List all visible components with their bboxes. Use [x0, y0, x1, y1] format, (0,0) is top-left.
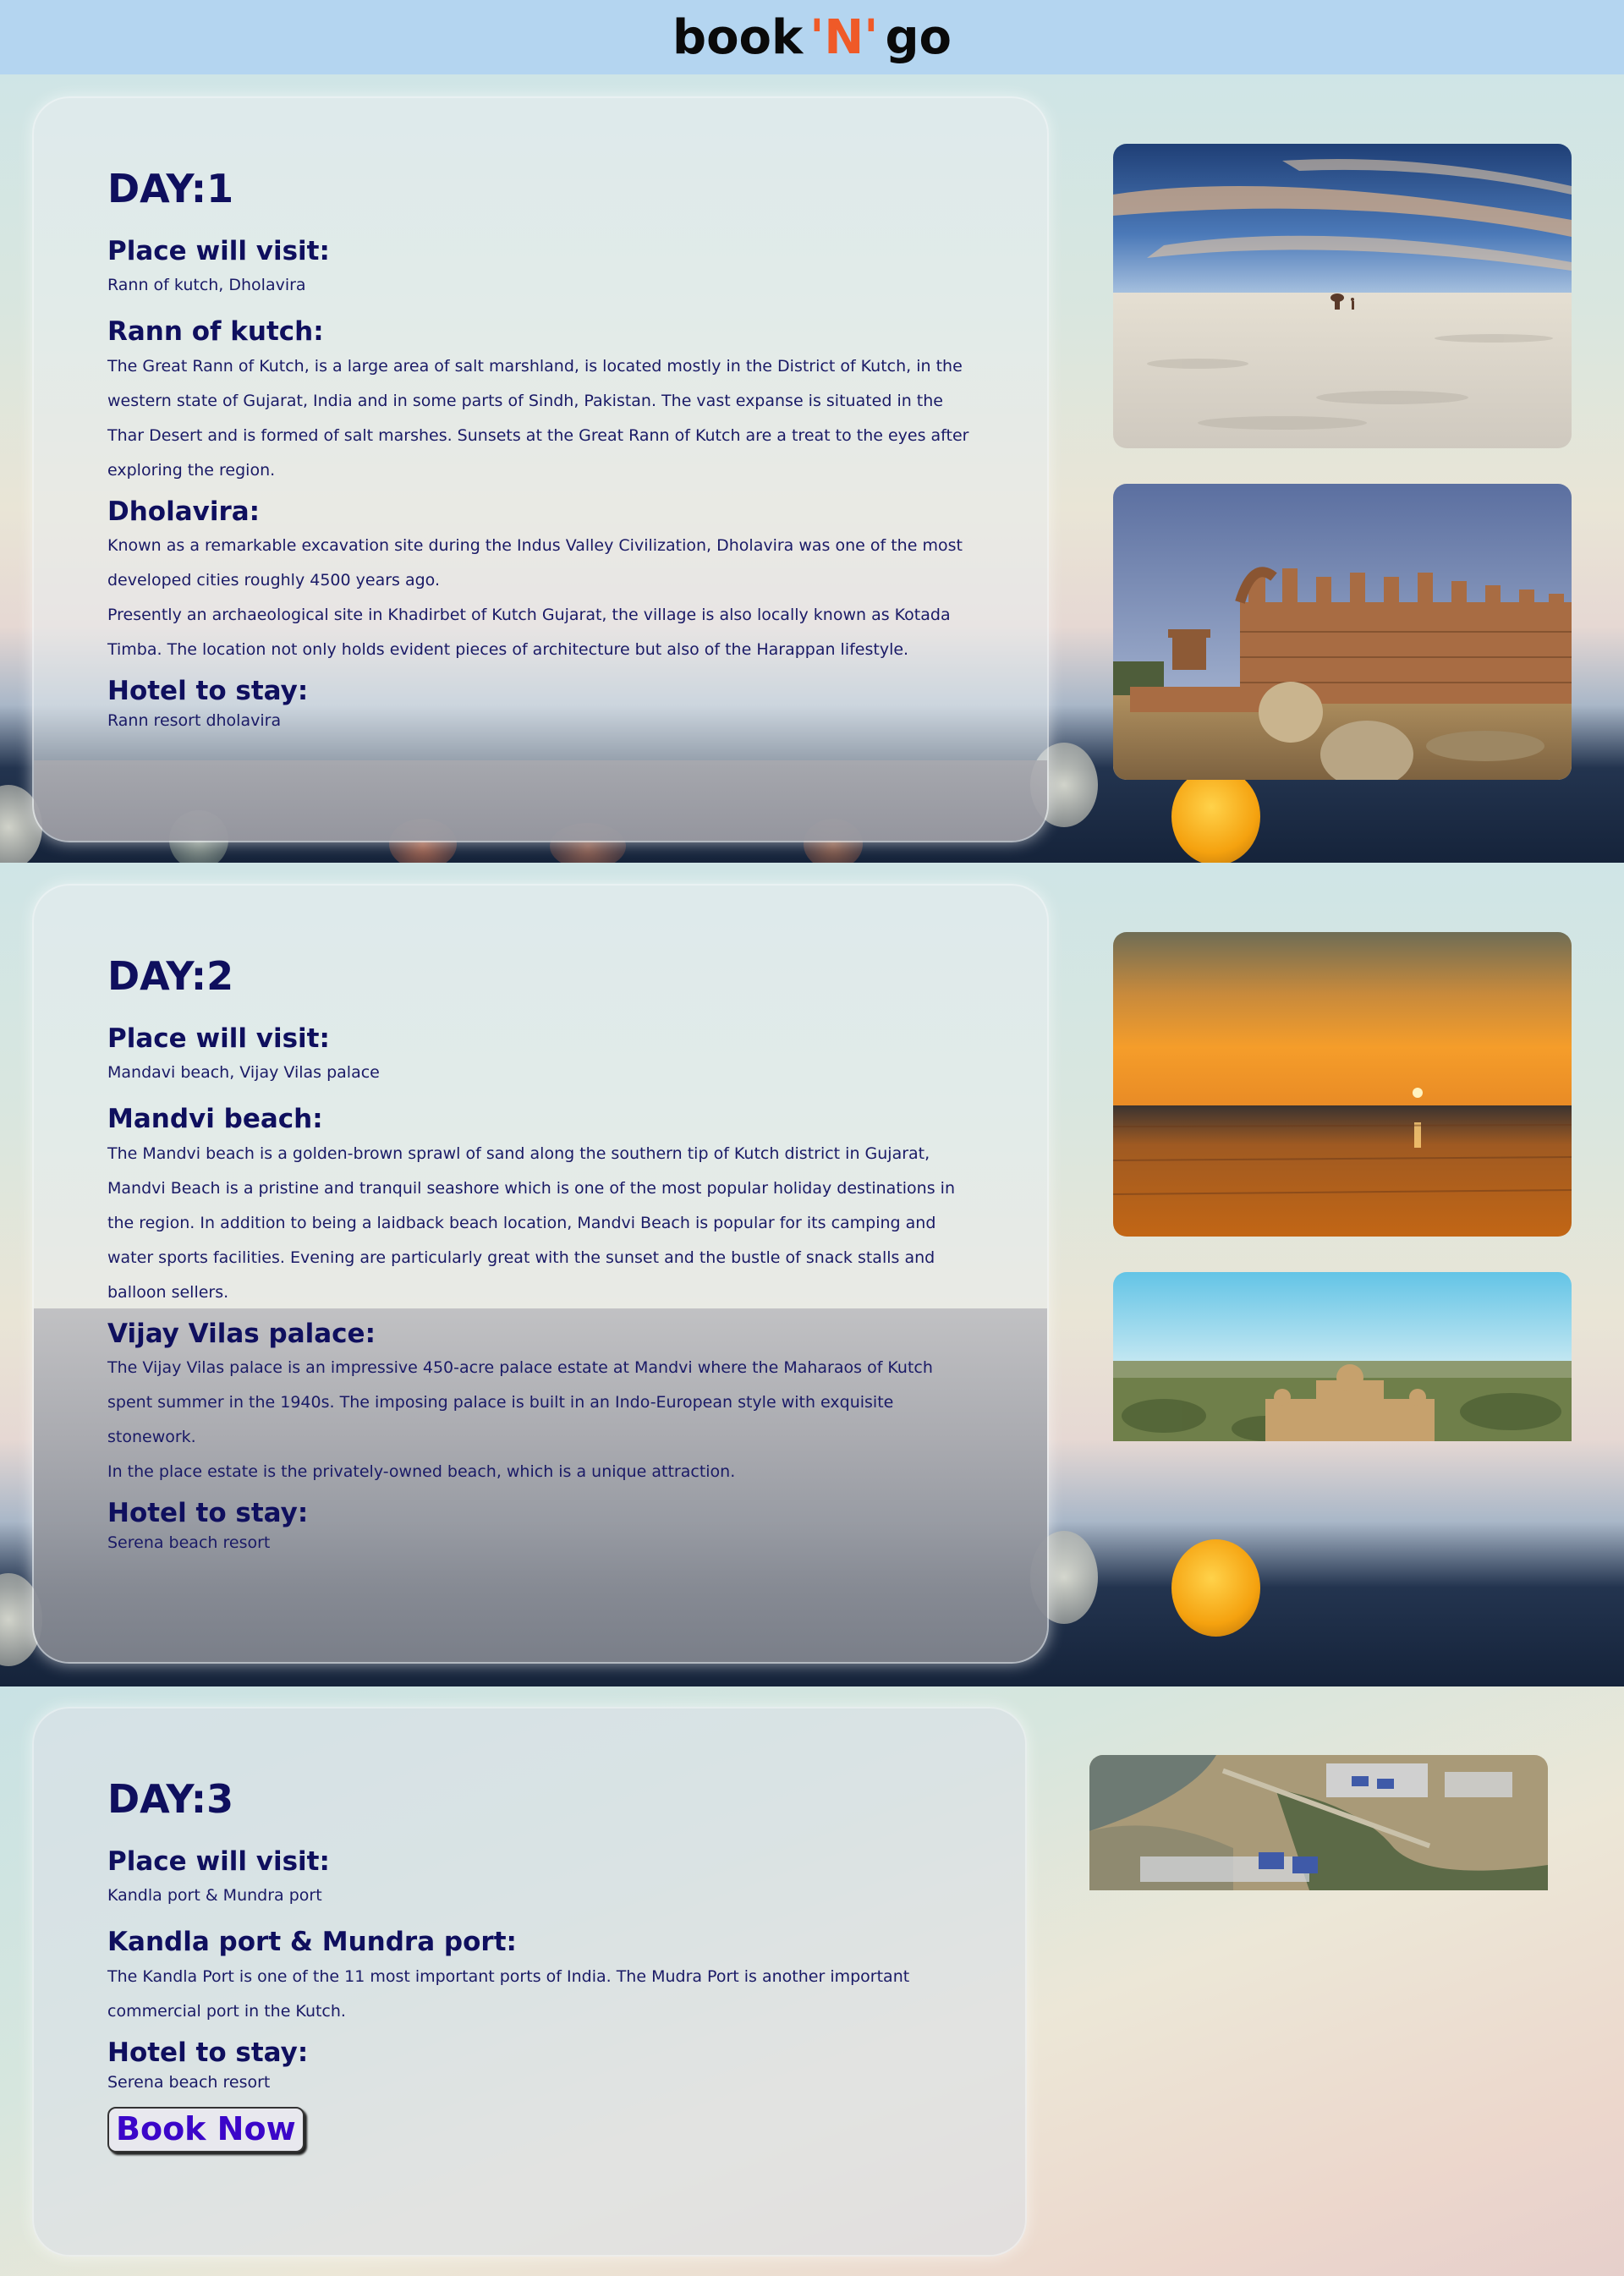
day-2-band: DAY:2 Place will visit: Mandavi beach, V… — [0, 863, 1624, 1686]
hotel-name: Serena beach resort — [107, 1533, 271, 1553]
visit-places: Mandavi beach, Vijay Vilas palace — [107, 1063, 380, 1083]
section-paragraph: In the place estate is the privately-own… — [107, 1462, 736, 1482]
site-header: book 'N' go — [0, 0, 1624, 74]
hotel-heading: Hotel to stay: — [107, 1498, 309, 1529]
section-paragraph: Known as a remarkable excavation site du… — [107, 536, 963, 590]
day-1-band: DAY:1 Place will visit: Rann of kutch, D… — [0, 74, 1624, 863]
section-paragraph: The Kandla Port is one of the 11 most im… — [107, 1966, 910, 2021]
day-3-card: DAY:3 Place will visit: Kandla port & Mu… — [32, 1707, 1027, 2257]
bokeh-light — [1171, 768, 1260, 863]
vijay-vilas-palace-photo — [1113, 1272, 1572, 1441]
book-now-button[interactable]: Book Now — [107, 2107, 304, 2153]
day-1-card: DAY:1 Place will visit: Rann of kutch, D… — [32, 96, 1049, 842]
section-heading: Vijay Vilas palace: — [107, 1318, 376, 1349]
visit-heading: Place will visit: — [107, 236, 330, 267]
mandvi-sunset-photo — [1113, 932, 1572, 1237]
section-heading: Kandla port & Mundra port: — [107, 1927, 517, 1958]
port-aerial-photo — [1089, 1755, 1548, 1890]
bokeh-light — [1171, 1539, 1260, 1637]
hotel-name: Rann resort dholavira — [107, 711, 282, 731]
dholavira-ruins-photo — [1113, 484, 1572, 780]
day-title: DAY:1 — [107, 166, 234, 211]
visit-places: Kandla port & Mundra port — [107, 1886, 322, 1906]
day-title: DAY:2 — [107, 953, 234, 999]
brand-part2: 'N' — [809, 9, 879, 65]
day-3-band: DAY:3 Place will visit: Kandla port & Mu… — [0, 1686, 1624, 2276]
section-paragraph: The Mandvi beach is a golden-brown spraw… — [107, 1143, 955, 1302]
hotel-heading: Hotel to stay: — [107, 676, 309, 707]
section-paragraph: Presently an archaeological site in Khad… — [107, 606, 951, 660]
hotel-heading: Hotel to stay: — [107, 2037, 309, 2068]
section-paragraph: The Great Rann of Kutch, is a large area… — [107, 356, 969, 480]
section-heading: Mandvi beach: — [107, 1104, 323, 1135]
visit-places: Rann of kutch, Dholavira — [107, 276, 306, 295]
brand-part1: book — [672, 9, 804, 65]
section-heading: Dholavira: — [107, 496, 261, 527]
white-salt-desert-photo — [1113, 144, 1572, 448]
brand-part3: go — [885, 9, 952, 65]
card-shade — [34, 760, 1047, 841]
day-2-card: DAY:2 Place will visit: Mandavi beach, V… — [32, 884, 1049, 1664]
visit-heading: Place will visit: — [107, 1023, 330, 1055]
day-title: DAY:3 — [107, 1776, 234, 1822]
section-paragraph: The Vijay Vilas palace is an impressive … — [107, 1358, 933, 1447]
section-heading: Rann of kutch: — [107, 316, 324, 348]
hotel-name: Serena beach resort — [107, 2073, 271, 2092]
brand-logo[interactable]: book 'N' go — [672, 10, 952, 65]
visit-heading: Place will visit: — [107, 1846, 330, 1878]
